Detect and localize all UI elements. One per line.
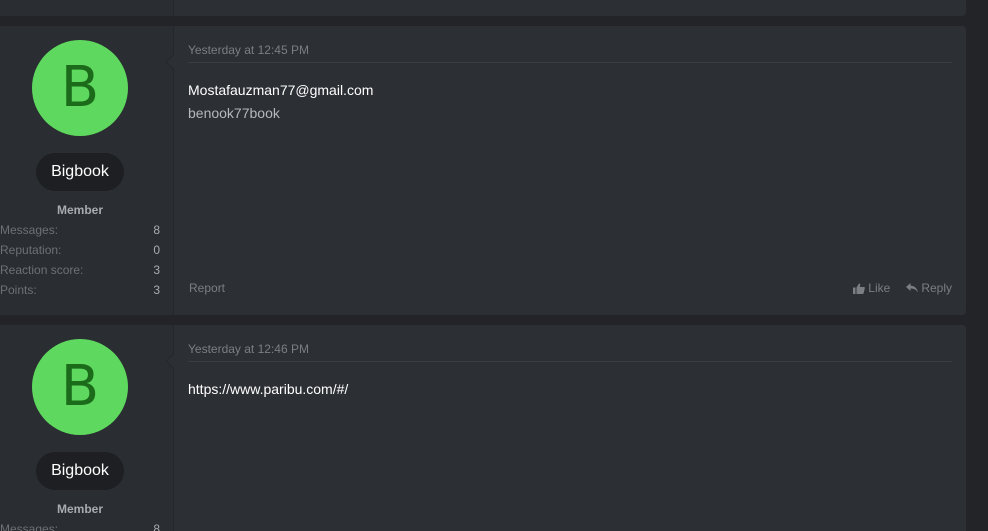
post-header-divider <box>188 62 952 63</box>
stat-label: Points: <box>0 283 37 297</box>
reply-button[interactable]: Reply <box>906 281 952 295</box>
stat-label: Reputation: <box>0 243 62 257</box>
like-label: Like <box>868 281 891 295</box>
post: B Bigbook Member Messages: 8 Yesterday a… <box>0 325 966 531</box>
post-date-link[interactable]: Yesterday at 12:45 PM <box>188 43 309 57</box>
stat-row-reputation: Reputation: 0 <box>0 243 160 263</box>
stat-value: 3 <box>153 263 160 277</box>
post-content: Yesterday at 12:46 PM https://www.paribu… <box>174 325 966 531</box>
thumbs-up-icon <box>853 282 866 294</box>
user-stats: Messages: 8 Reputation: 0 Reaction score… <box>0 223 160 303</box>
post-header-divider <box>188 361 952 362</box>
stat-value: 8 <box>153 223 160 237</box>
stat-row-messages: Messages: 8 <box>0 522 160 531</box>
previous-post-user-column <box>0 0 174 16</box>
report-link[interactable]: Report <box>189 281 225 295</box>
post-body-link[interactable]: https://www.paribu.com/#/ <box>188 381 348 397</box>
thread-page: B Bigbook Member Messages: 8 Reputation:… <box>0 0 988 531</box>
stat-label: Messages: <box>0 223 59 237</box>
post-user-column: B Bigbook Member Messages: 8 Reputation:… <box>0 26 174 315</box>
username-button[interactable]: Bigbook <box>36 153 124 191</box>
like-button[interactable]: Like <box>853 281 890 295</box>
post-date-link[interactable]: Yesterday at 12:46 PM <box>188 342 309 356</box>
post-body-line: Mostafauzman77@gmail.com <box>188 82 374 98</box>
avatar[interactable]: B <box>32 339 128 435</box>
post-actions: Like Reply <box>853 281 952 295</box>
stat-label: Messages: <box>0 522 59 531</box>
post-user-column: B Bigbook Member Messages: 8 <box>0 325 174 531</box>
reply-label: Reply <box>921 281 952 295</box>
post-content: Yesterday at 12:45 PM Mostafauzman77@gma… <box>174 26 966 315</box>
username-button[interactable]: Bigbook <box>36 452 124 490</box>
avatar[interactable]: B <box>32 40 128 136</box>
stat-row-points: Points: 3 <box>0 283 160 303</box>
stat-value: 0 <box>153 243 160 257</box>
stat-label: Reaction score: <box>0 263 84 277</box>
reply-arrow-icon <box>906 283 919 293</box>
post-body-line: benook77book <box>188 105 280 121</box>
stat-value: 3 <box>153 283 160 297</box>
user-role: Member <box>56 502 103 516</box>
user-role: Member <box>56 203 103 217</box>
stat-value: 8 <box>153 522 160 531</box>
post: B Bigbook Member Messages: 8 Reputation:… <box>0 26 966 315</box>
stat-row-messages: Messages: 8 <box>0 223 160 243</box>
stat-row-reaction-score: Reaction score: 3 <box>0 263 160 283</box>
user-stats: Messages: 8 <box>0 522 160 531</box>
previous-post <box>0 0 966 16</box>
